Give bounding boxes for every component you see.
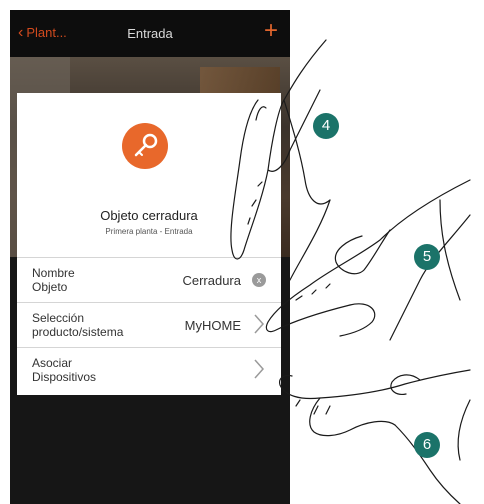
callout-badge: 5 xyxy=(414,244,440,270)
pointing-hands-illustration xyxy=(230,39,471,504)
callout-badge: 4 xyxy=(313,113,339,139)
callout-badge: 6 xyxy=(414,432,440,458)
